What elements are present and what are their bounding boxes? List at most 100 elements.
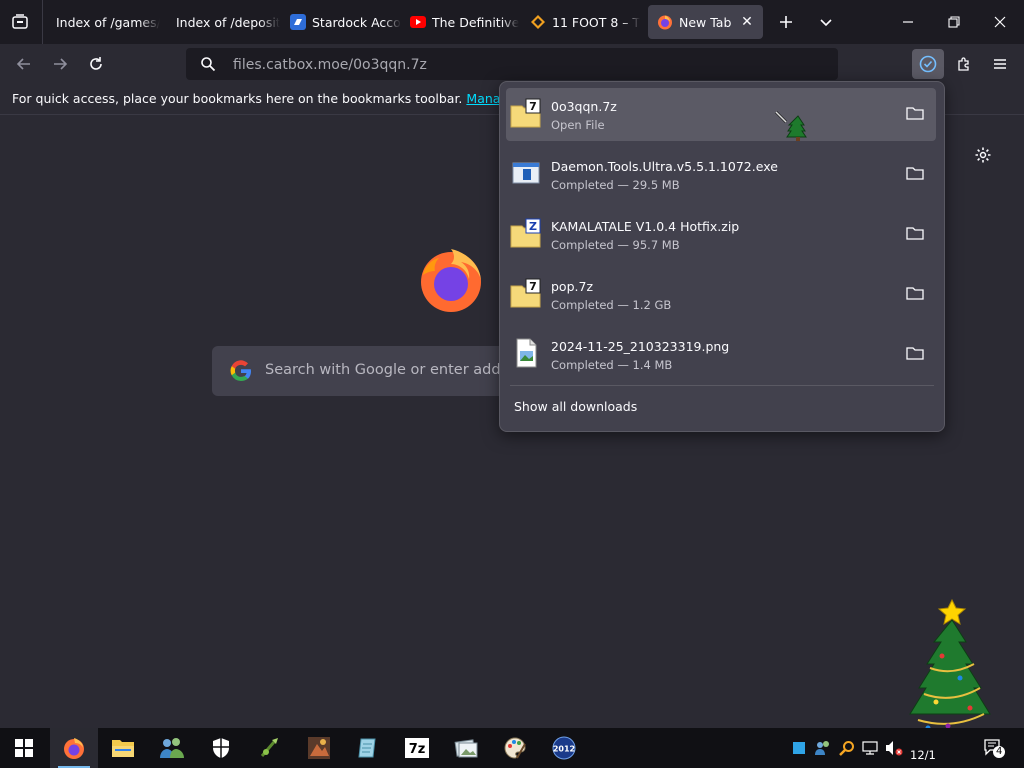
plus-icon	[780, 16, 792, 28]
download-item[interactable]: 7 pop.7z Completed — 1.2 GB	[506, 268, 936, 321]
volume-muted-icon[interactable]	[884, 738, 904, 758]
7z-archive-icon: 7	[510, 97, 542, 129]
download-item[interactable]: Z KAMALATALE V1.0.4 Hotfix.zip Completed…	[506, 208, 936, 261]
firefox-icon	[64, 738, 84, 759]
tab-label: The Definitive	[432, 14, 520, 30]
menu-button[interactable]	[990, 54, 1010, 74]
chevron-down-icon	[820, 19, 832, 27]
url-path: /0o3qqn.7z	[348, 57, 427, 73]
taskbar-7zip[interactable]: 7z	[393, 728, 441, 768]
notebook-icon	[358, 738, 376, 758]
download-complete-icon	[919, 55, 937, 73]
exe-file-icon	[510, 157, 542, 189]
taskbar-paint-app[interactable]	[491, 728, 539, 768]
new-tab-button[interactable]	[776, 12, 796, 32]
svg-text:Z: Z	[529, 220, 537, 233]
download-item[interactable]: 7 0o3qqn.7z Open File	[506, 88, 936, 141]
taskbar-file-explorer[interactable]	[99, 728, 147, 768]
download-filename: KAMALATALE V1.0.4 Hotfix.zip	[551, 219, 740, 234]
newtab-settings-button[interactable]	[972, 144, 994, 166]
tab-index-deposit[interactable]: Index of /deposit/	[168, 5, 280, 39]
taskbar-game-app[interactable]	[295, 728, 343, 768]
svg-text:7: 7	[529, 280, 537, 293]
christmas-tree-decoration-icon	[900, 598, 1000, 748]
game-art-icon	[308, 737, 330, 759]
download-filename: 2024-11-25_210323319.png	[551, 339, 730, 354]
photos-icon	[454, 739, 478, 758]
taskbar-notes-app[interactable]	[344, 728, 392, 768]
download-filename: pop.7z	[551, 279, 594, 294]
show-all-downloads-label: Show all downloads	[514, 399, 638, 414]
tab-11-foot-8[interactable]: 11 FOOT 8 – T	[530, 5, 642, 39]
christmas-tree-cursor-icon	[774, 110, 808, 146]
puzzle-icon	[958, 57, 969, 71]
close-window-button[interactable]	[990, 12, 1010, 32]
7z-archive-icon: 7	[510, 277, 542, 309]
download-status: Completed — 1.4 MB	[551, 358, 673, 372]
extensions-button[interactable]	[954, 54, 974, 74]
taskbar-people-app[interactable]	[148, 728, 196, 768]
taskbar-image-viewer[interactable]	[442, 728, 490, 768]
taskbar-windows-security[interactable]	[197, 728, 245, 768]
people-icon	[160, 738, 184, 758]
forward-button[interactable]	[50, 54, 70, 74]
youtube-icon	[410, 14, 426, 30]
windows-logo-icon	[15, 739, 33, 757]
minimize-icon	[903, 21, 913, 23]
tray-people-icon[interactable]	[813, 738, 833, 758]
tray-magnifier-icon[interactable]	[838, 738, 856, 758]
downloads-button[interactable]	[912, 49, 944, 79]
tab-separator	[42, 0, 43, 44]
tab-youtube[interactable]: The Definitive	[410, 5, 522, 39]
download-item[interactable]: Daemon.Tools.Ultra.v5.5.1.1072.exe Compl…	[506, 148, 936, 201]
panel-divider	[510, 385, 934, 386]
tray-square-icon[interactable]	[790, 738, 808, 758]
url-host: files.catbox.moe	[233, 57, 349, 73]
search-icon	[198, 54, 218, 74]
tab-new-tab[interactable]: New Tab ✕	[648, 5, 763, 39]
google-logo-icon	[229, 359, 253, 383]
show-in-folder-icon[interactable]	[906, 285, 926, 303]
action-center-button[interactable]: 4	[982, 738, 1006, 758]
firefox-logo-icon	[420, 245, 486, 313]
download-status: Completed — 95.7 MB	[551, 238, 680, 252]
download-filename: Daemon.Tools.Ultra.v5.5.1.1072.exe	[551, 159, 778, 174]
palette-icon	[504, 737, 526, 759]
svg-text:7: 7	[529, 100, 537, 113]
network-icon[interactable]	[861, 738, 879, 758]
reload-button[interactable]	[86, 54, 106, 74]
system-clock[interactable]: 12/1	[910, 748, 936, 762]
folder-icon	[112, 740, 134, 757]
restore-button[interactable]	[944, 12, 964, 32]
firefox-view-icon	[12, 14, 28, 29]
show-in-folder-icon[interactable]	[906, 165, 926, 183]
firefox-view-button[interactable]	[8, 10, 32, 34]
svg-text:2012: 2012	[553, 745, 575, 754]
close-tab-icon[interactable]: ✕	[739, 14, 755, 30]
list-all-tabs-button[interactable]	[816, 12, 836, 32]
taskbar-app-plant[interactable]	[246, 728, 294, 768]
hamburger-icon	[994, 59, 1006, 69]
firefox-icon	[657, 14, 673, 30]
back-button[interactable]	[14, 54, 34, 74]
png-image-icon	[510, 337, 542, 369]
download-item[interactable]: 2024-11-25_210323319.png Completed — 1.4…	[506, 328, 936, 381]
7zip-icon: 7z	[405, 738, 429, 758]
show-in-folder-icon[interactable]	[906, 105, 926, 123]
reload-icon	[90, 57, 102, 70]
url-text[interactable]: files.catbox.moe/0o3qqn.7z	[233, 57, 427, 73]
diamond-icon	[530, 14, 546, 30]
download-filename: 0o3qqn.7z	[551, 99, 617, 114]
back-arrow-icon	[16, 58, 30, 70]
gear-icon	[975, 147, 991, 163]
start-button[interactable]	[0, 728, 48, 768]
taskbar-2012-app[interactable]: 2012	[540, 728, 588, 768]
show-all-downloads-button[interactable]: Show all downloads	[514, 399, 637, 414]
show-in-folder-icon[interactable]	[906, 345, 926, 363]
tab-index-games[interactable]: Index of /games/c	[48, 5, 160, 39]
taskbar-firefox[interactable]	[50, 728, 98, 768]
minimize-button[interactable]	[898, 12, 918, 32]
tab-stardock[interactable]: Stardock Acco	[290, 5, 402, 39]
2012-badge-icon: 2012	[552, 736, 576, 760]
show-in-folder-icon[interactable]	[906, 225, 926, 243]
